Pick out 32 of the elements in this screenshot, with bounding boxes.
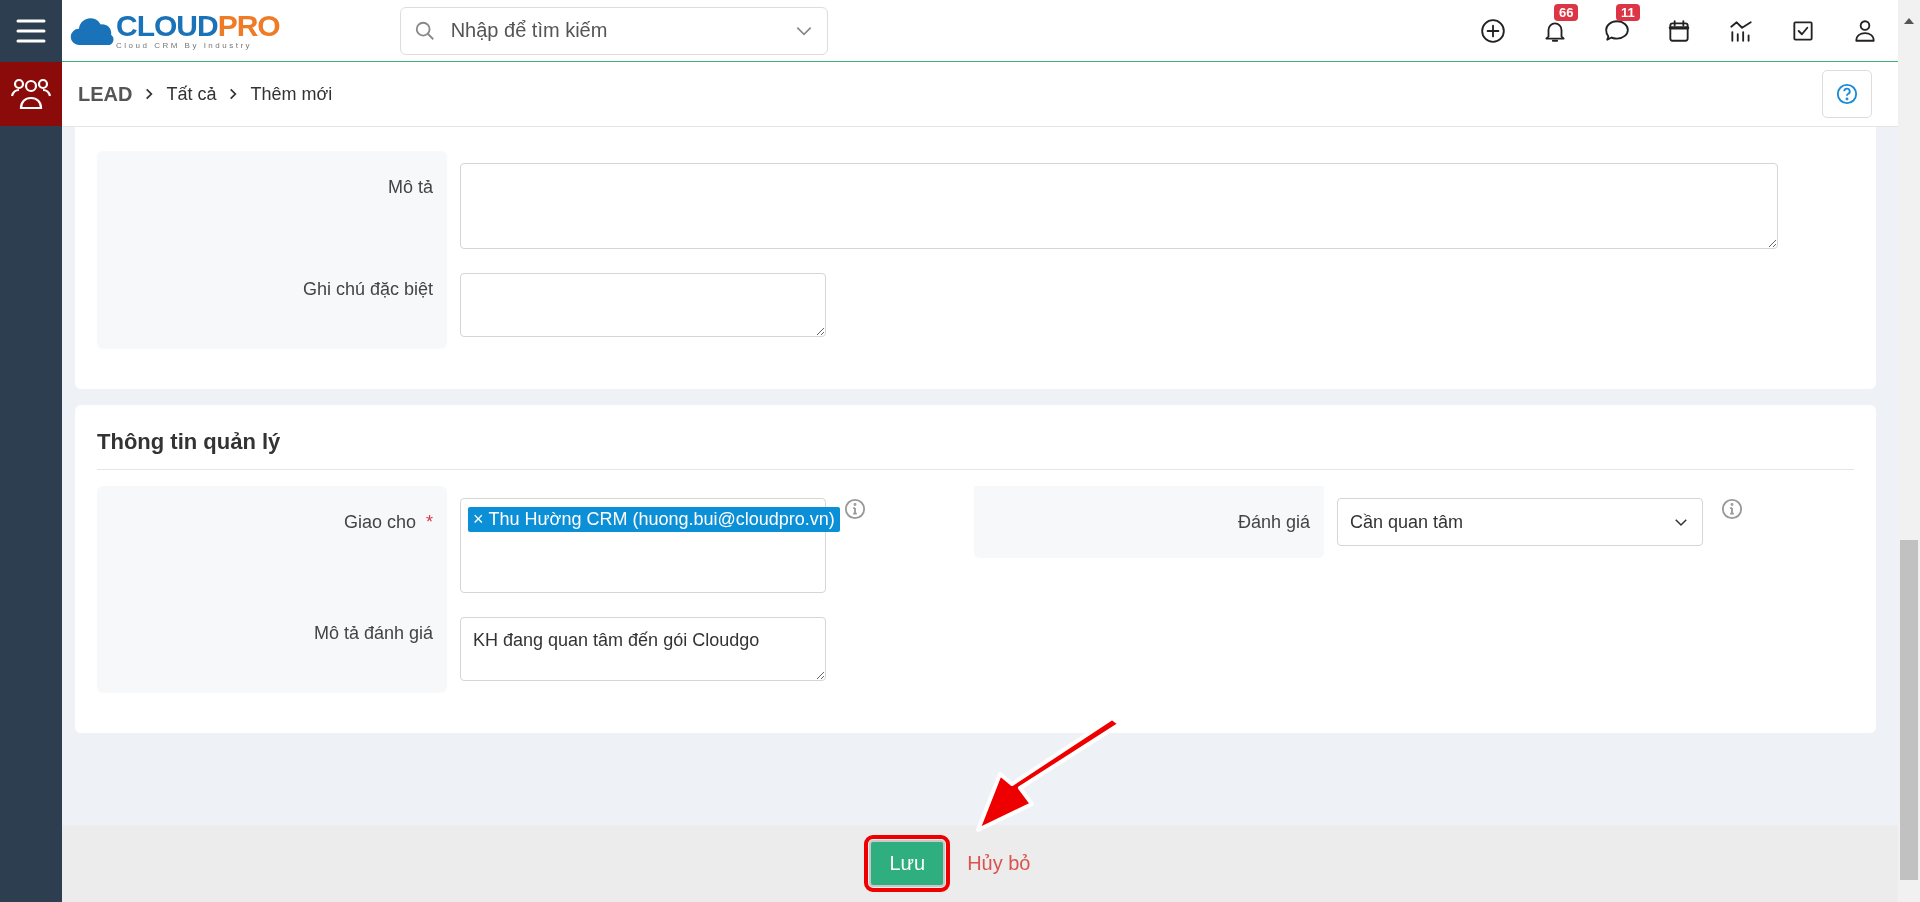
breadcrumb-link[interactable]: Thêm mới: [250, 83, 333, 105]
field-label: Mô tả: [387, 177, 433, 197]
chat-bubble-icon[interactable]: [1604, 17, 1630, 44]
breadcrumb-link[interactable]: Tất cả: [166, 83, 217, 105]
calendar-icon[interactable]: [1666, 17, 1692, 44]
assignee-tag[interactable]: × Thu Hường CRM (huong.bui@cloudpro.vn): [468, 507, 840, 532]
field-label: Đánh giá: [1237, 512, 1310, 532]
cloudpro-logo[interactable]: CLOUDPRO Cloud CRM By Industry: [70, 11, 280, 50]
info-icon[interactable]: [844, 498, 866, 520]
search-field[interactable]: Nhập để tìm kiếm: [399, 6, 828, 55]
scroll-up-icon[interactable]: [1903, 16, 1915, 26]
description-field[interactable]: [460, 163, 1778, 249]
add-icon[interactable]: [1480, 17, 1506, 44]
help-icon[interactable]: [1836, 83, 1858, 105]
text-field[interactable]: [460, 273, 826, 337]
people-icon[interactable]: [11, 77, 51, 111]
menu-icon[interactable]: [16, 18, 46, 44]
notification-count: 66: [1554, 3, 1579, 21]
search-icon: [413, 19, 436, 42]
field-label: Mô tả đánh giá: [313, 623, 433, 643]
field-label: Giao cho: [343, 512, 416, 532]
text-field[interactable]: KH đang quan tâm đến gói Cloudgo: [460, 617, 826, 681]
help-button[interactable]: [1822, 70, 1872, 118]
scrollbar-thumb[interactable]: [1900, 540, 1918, 880]
message-count: 11: [1616, 3, 1640, 21]
required-mark: *: [426, 512, 433, 532]
section-title: Thông tin quản lý: [97, 405, 1854, 470]
field-label: Ghi chú đặc biệt: [302, 279, 433, 299]
info-icon[interactable]: [1721, 498, 1743, 520]
rating-dropdown[interactable]: Cần quan tâm: [1337, 498, 1703, 546]
breadcrumb-link[interactable]: LEAD: [78, 82, 133, 106]
user-icon[interactable]: [1852, 17, 1878, 44]
